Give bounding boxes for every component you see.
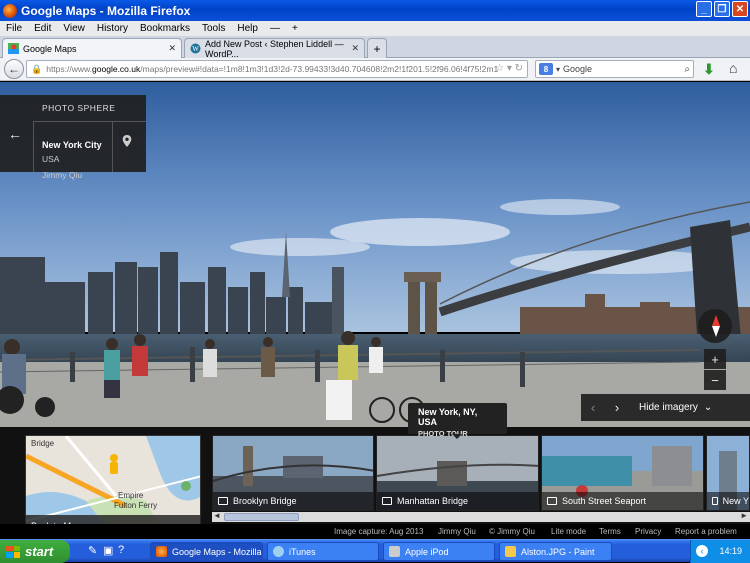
tray-arrow-icon[interactable]: ‹	[696, 545, 708, 557]
terms-link[interactable]: Terms	[599, 527, 621, 536]
double-chevron-down-icon[interactable]: ⌄	[704, 402, 712, 413]
filmstrip: Bridge Empire Fulton Ferry Back to Map B…	[0, 427, 750, 538]
menu-edit[interactable]: Edit	[28, 23, 57, 34]
navigation-bar: ← 🔒 https://www. google.co.uk/maps/previe…	[0, 58, 750, 81]
camera-icon	[218, 497, 228, 505]
compass-icon[interactable]	[698, 309, 732, 343]
bookmark-star-icon[interactable]: ☆ ▾ ↻	[495, 63, 523, 74]
menu-bookmarks[interactable]: Bookmarks	[134, 23, 196, 34]
photo-sphere-panel: PHOTO SPHERE ← New York City USA Jimmy Q…	[0, 95, 146, 180]
menu-help[interactable]: Help	[231, 23, 264, 34]
window-titlebar: Google Maps - Mozilla Firefox _ ❐ ✕	[0, 0, 750, 21]
plus-menu-icon[interactable]: +	[286, 23, 304, 34]
google-search-engine-icon[interactable]: 8	[539, 63, 553, 75]
scroll-left-icon[interactable]: ◄	[213, 511, 221, 520]
close-button[interactable]: ✕	[732, 1, 748, 17]
clock: 14:19	[719, 546, 742, 556]
home-icon[interactable]: ⌂	[729, 60, 737, 76]
back-button[interactable]: ←	[4, 59, 24, 79]
menu-view[interactable]: View	[57, 23, 91, 34]
menu-tools[interactable]: Tools	[196, 23, 231, 34]
new-tab-button[interactable]: +	[367, 38, 387, 58]
quicklaunch-icon[interactable]: ▣	[103, 544, 113, 557]
firefox-icon	[156, 546, 167, 557]
svg-text:Bridge: Bridge	[31, 439, 55, 448]
zoom-in-button[interactable]: +	[704, 349, 726, 369]
tab-google-maps[interactable]: Google Maps ✕	[2, 38, 182, 58]
quicklaunch-icon[interactable]: ?	[118, 544, 124, 556]
scroll-right-icon[interactable]: ►	[740, 511, 748, 520]
firefox-icon	[3, 3, 17, 18]
scrollbar-thumb[interactable]	[224, 513, 299, 521]
camera-icon	[712, 497, 718, 505]
menu-bar: File Edit View History Bookmarks Tools H…	[0, 21, 750, 36]
zoom-out-button[interactable]: −	[704, 370, 726, 390]
street-view[interactable]: PHOTO SPHERE ← New York City USA Jimmy Q…	[0, 82, 750, 538]
paint-icon	[505, 546, 516, 557]
filmstrip-scrollbar[interactable]: ◄ ►	[212, 511, 750, 522]
google-maps-favicon-icon	[8, 43, 19, 54]
wordpress-favicon-icon: W	[190, 43, 201, 54]
lock-icon: 🔒	[31, 63, 43, 74]
tab-wordpress[interactable]: W Add New Post ‹ Stephen Liddell — WordP…	[184, 38, 365, 59]
search-box[interactable]: 8 ▾ Google ⌕	[535, 60, 694, 78]
svg-text:W: W	[192, 45, 199, 53]
divider	[112, 121, 113, 172]
itunes-icon	[273, 546, 284, 557]
tab-close-icon[interactable]: ✕	[351, 43, 359, 54]
taskbar-item-apple-ipod[interactable]: Apple iPod	[383, 542, 495, 561]
thumbnail-brooklyn-bridge[interactable]: Brooklyn Bridge	[212, 435, 374, 511]
minimize-button[interactable]: _	[696, 1, 712, 17]
imagery-bar: ‹ › Hide imagery ⌄	[581, 394, 750, 421]
maximize-button[interactable]: ❐	[714, 1, 730, 17]
photo-author[interactable]: Jimmy Qiu	[42, 170, 82, 180]
download-icon[interactable]: ⬇	[703, 61, 715, 78]
location-tooltip: New York, NY, USA PHOTO TOUR	[408, 403, 507, 439]
lite-mode-link[interactable]: Lite mode	[551, 527, 586, 536]
menu-file[interactable]: File	[0, 23, 28, 34]
ipod-icon	[389, 546, 400, 557]
pegman-icon	[110, 454, 118, 474]
taskbar-item-paint[interactable]: Alston.JPG - Paint	[499, 542, 612, 561]
chevron-down-icon[interactable]: ▾	[556, 65, 560, 74]
chevron-right-icon[interactable]: ›	[605, 400, 629, 415]
privacy-link[interactable]: Privacy	[635, 527, 661, 536]
menu-history[interactable]: History	[91, 23, 134, 34]
minimize-menu-icon[interactable]: —	[264, 23, 286, 34]
windows-flag-icon	[6, 545, 20, 558]
photo-sphere-icon	[547, 497, 557, 505]
image-capture-date: Image capture: Aug 2013	[334, 527, 424, 536]
location-city[interactable]: New York City	[42, 140, 102, 150]
tab-close-icon[interactable]: ✕	[168, 43, 176, 54]
thumbnail-south-street-seaport[interactable]: South Street Seaport	[541, 435, 704, 511]
windows-taskbar: start ✎ ▣ ? Google Maps - Mozilla... iTu…	[0, 539, 750, 563]
search-icon[interactable]: ⌕	[684, 64, 690, 75]
chevron-left-icon[interactable]: ‹	[581, 400, 605, 415]
footer-copyright: © Jimmy Qiu	[489, 527, 535, 536]
quicklaunch-icon[interactable]: ✎	[88, 544, 97, 557]
divider	[33, 121, 146, 122]
map-pin-icon[interactable]	[121, 135, 133, 147]
report-problem-link[interactable]: Report a problem	[675, 527, 737, 536]
svg-text:Fulton Ferry: Fulton Ferry	[114, 501, 157, 510]
camera-icon	[382, 497, 392, 505]
photo-sphere-header: PHOTO SPHERE	[42, 103, 116, 113]
taskbar-item-itunes[interactable]: iTunes	[267, 542, 379, 561]
taskbar-item-firefox[interactable]: Google Maps - Mozilla...	[150, 542, 263, 561]
thumbnail-new-york[interactable]: New Y	[706, 435, 750, 511]
divider	[33, 121, 34, 172]
location-country: USA	[42, 154, 60, 164]
window-title: Google Maps - Mozilla Firefox	[21, 3, 191, 18]
back-arrow-icon[interactable]: ←	[8, 126, 22, 142]
tab-bar: Google Maps ✕ W Add New Post ‹ Stephen L…	[0, 36, 750, 59]
system-tray: ‹ 14:19	[690, 540, 750, 563]
thumbnail-manhattan-bridge[interactable]: Manhattan Bridge	[376, 435, 539, 511]
footer-author-link[interactable]: Jimmy Qiu	[438, 527, 476, 536]
url-bar[interactable]: 🔒 https://www. google.co.uk/maps/preview#…	[26, 60, 528, 78]
svg-text:Empire: Empire	[118, 491, 144, 500]
start-button[interactable]: start	[0, 540, 70, 563]
hide-imagery-button[interactable]: Hide imagery	[639, 402, 698, 413]
map-footer: Image capture: Aug 2013 Jimmy Qiu © Jimm…	[0, 524, 750, 538]
